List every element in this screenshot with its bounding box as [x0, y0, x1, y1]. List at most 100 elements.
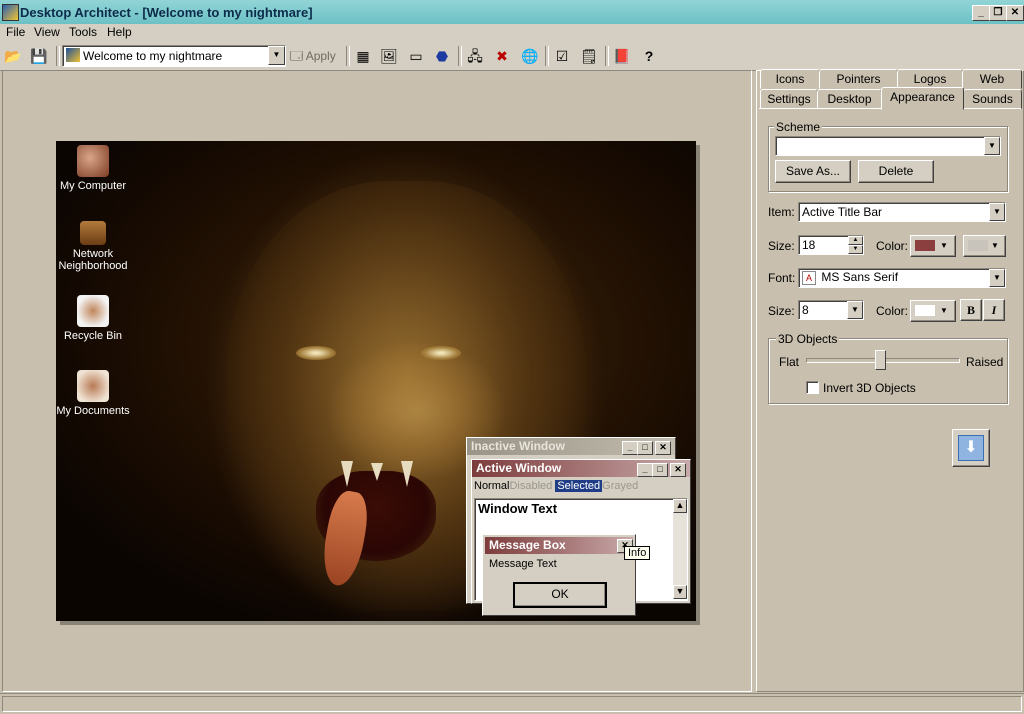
help-icon[interactable]: ? [640, 47, 658, 65]
menu-state-grayed: Grayed [602, 480, 639, 492]
message-box-preview[interactable]: Message Box ✕ Message Text OK [482, 534, 636, 616]
tab-sounds[interactable]: Sounds [963, 89, 1022, 109]
tab-pointers[interactable]: Pointers [819, 69, 898, 89]
chevron-down-icon[interactable]: ▼ [989, 269, 1005, 287]
status-segment [2, 696, 1022, 712]
close-icon: ✕ [655, 441, 671, 455]
color1-picker[interactable]: ▼ [910, 235, 956, 257]
desktop-icon-network[interactable]: Network Neighborhood [56, 221, 143, 272]
app-icon[interactable] [2, 4, 19, 21]
font-size-value: 8 [802, 303, 809, 317]
apply-button[interactable]: 🗔 Apply [290, 47, 336, 65]
color2-picker[interactable]: ▼ [963, 235, 1006, 257]
my-documents-icon [77, 370, 109, 402]
toolbar-separator [346, 46, 350, 66]
grid-view-icon[interactable]: ▦ [354, 47, 372, 65]
maximize-icon: □ [637, 441, 653, 455]
spin-up-icon[interactable]: ▲ [848, 236, 863, 245]
font-size-label: Size: [768, 304, 795, 318]
menu-bar: File View Tools Help [0, 24, 1024, 42]
flat-label: Flat [779, 355, 800, 369]
color-label: Color: [876, 239, 909, 253]
message-box-title: Message Box [485, 537, 633, 554]
chevron-down-icon[interactable]: ▼ [984, 137, 1000, 155]
tab-appearance[interactable]: Appearance [881, 87, 964, 110]
theme-combo[interactable]: Welcome to my nightmare ▼ [62, 45, 286, 67]
objects-label: 3D Objects [776, 332, 840, 346]
ok-button[interactable]: OK [513, 582, 607, 608]
italic-button[interactable]: I [983, 299, 1005, 321]
tab-desktop[interactable]: Desktop [817, 89, 882, 109]
bold-button[interactable]: B [960, 299, 982, 321]
scheme-select[interactable]: ▼ [775, 136, 1001, 156]
menu-tools[interactable]: Tools [69, 25, 97, 39]
invert-checkbox[interactable] [806, 381, 819, 394]
wallpaper-fang [341, 461, 353, 487]
window-view-icon[interactable]: ▭ [407, 47, 425, 65]
menu-state-selected: Selected [555, 480, 603, 492]
size-spinner[interactable]: 18 ▲ ▼ [798, 235, 864, 255]
menu-view[interactable]: View [34, 25, 60, 39]
chevron-down-icon: ▼ [940, 306, 948, 315]
wallpaper-eye-left [296, 346, 336, 360]
close-button[interactable]: ✕ [1006, 5, 1024, 21]
font-color-picker[interactable]: ▼ [910, 300, 956, 322]
close-icon: ✕ [670, 463, 686, 477]
delete-button[interactable]: Delete [858, 160, 934, 183]
invert-label: Invert 3D Objects [823, 381, 916, 395]
network-icon[interactable]: 🖧 [466, 47, 484, 65]
scrollbar[interactable]: ▲ ▼ [673, 499, 687, 599]
color1-swatch [915, 240, 935, 251]
checklist-icon[interactable]: ☑ [553, 47, 571, 65]
tab-web[interactable]: Web [962, 69, 1022, 89]
menu-state-disabled: Disabled [509, 480, 553, 492]
size-label: Size: [768, 239, 795, 253]
open-folder-icon[interactable]: 📂 [4, 47, 22, 65]
menu-help[interactable]: Help [107, 25, 132, 39]
font-size-select[interactable]: 8 ▼ [798, 300, 864, 320]
wallpaper-eye-right [421, 346, 461, 360]
network-delete-icon[interactable]: ✖ [493, 47, 511, 65]
tab-logos[interactable]: Logos [897, 69, 963, 89]
toolbar-separator [56, 46, 60, 66]
save-icon[interactable]: 💾 [30, 47, 48, 65]
window-title: Desktop Architect - [Welcome to my night… [20, 5, 313, 20]
menu-file[interactable]: File [6, 25, 25, 39]
scheme-label: Scheme [774, 120, 823, 134]
arrow-down-icon: ⬇ [958, 435, 984, 461]
scroll-down-icon[interactable]: ▼ [673, 585, 687, 599]
theme-combo-value: Welcome to my nightmare [83, 49, 223, 63]
item-select[interactable]: Active Title Bar ▼ [798, 202, 1006, 222]
book-icon[interactable]: 📕 [613, 47, 631, 65]
bucket-icon[interactable]: ⬣ [433, 47, 451, 65]
apply-down-button[interactable]: ⬇ [952, 429, 990, 467]
tab-icons[interactable]: Icons [760, 69, 820, 89]
font-select[interactable]: A MS Sans Serif ▼ [798, 268, 1006, 288]
window-text: Window Text [478, 501, 558, 516]
desktop-icon-my-documents[interactable]: My Documents [56, 370, 143, 417]
image-view-icon[interactable]: 🖼 [380, 47, 398, 65]
restore-button[interactable]: ❐ [989, 5, 1007, 21]
minimize-icon: _ [637, 463, 653, 477]
desktop-icon-my-computer[interactable]: My Computer [56, 145, 143, 192]
properties-icon[interactable]: 🗒 [580, 47, 598, 65]
font-type-icon: A [802, 271, 816, 285]
minimize-icon: _ [622, 441, 638, 455]
minimize-button[interactable]: _ [972, 5, 990, 21]
color2-swatch [968, 240, 988, 251]
spin-down-icon[interactable]: ▼ [848, 245, 863, 254]
menu-state-normal: Normal [474, 480, 510, 492]
depth-slider-thumb[interactable] [874, 350, 886, 370]
desktop-icon-recycle-bin[interactable]: Recycle Bin [56, 295, 143, 342]
chevron-down-icon: ▼ [991, 241, 999, 250]
tab-settings[interactable]: Settings [760, 89, 818, 109]
chevron-down-icon[interactable]: ▼ [847, 301, 863, 319]
scroll-up-icon[interactable]: ▲ [673, 499, 687, 513]
status-bar [0, 693, 1024, 714]
chevron-down-icon[interactable]: ▼ [989, 203, 1005, 221]
save-as-button[interactable]: Save As... [775, 160, 851, 183]
font-color-label: Color: [876, 304, 909, 318]
globe-icon[interactable]: 🌐 [521, 47, 539, 65]
chevron-down-icon[interactable]: ▼ [268, 46, 285, 65]
desktop-icon-label: My Computer [59, 180, 127, 192]
